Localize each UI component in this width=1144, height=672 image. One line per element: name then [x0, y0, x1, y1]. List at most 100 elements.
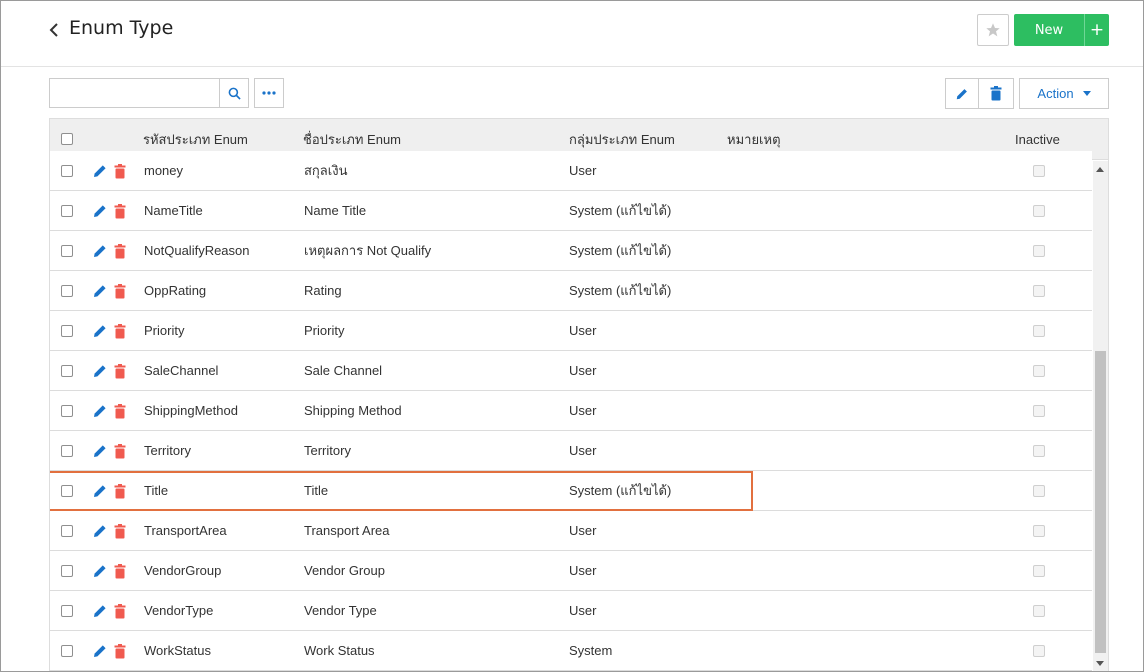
- table-row[interactable]: NotQualifyReason เหตุผลการ Not Qualify Sys…: [50, 231, 1092, 271]
- cell-group: System (แก้ไขได้): [569, 483, 672, 498]
- trash-icon[interactable]: [112, 203, 128, 219]
- pencil-icon[interactable]: [92, 563, 108, 579]
- row-checkbox[interactable]: [61, 405, 73, 417]
- table-row[interactable]: VendorGroup Vendor Group User: [50, 551, 1092, 591]
- table-row[interactable]: Priority Priority User: [50, 311, 1092, 351]
- cell-group: User: [569, 403, 597, 418]
- trash-icon[interactable]: [112, 523, 128, 539]
- cell-group: System (แก้ไขได้): [569, 203, 672, 218]
- row-checkbox[interactable]: [61, 565, 73, 577]
- app-window: Enum Type New + Action รหัสประเภท Enum ช…: [0, 0, 1144, 672]
- table-row[interactable]: ShippingMethod Shipping Method User: [50, 391, 1092, 431]
- table-row[interactable]: Title Title System (แก้ไขได้): [50, 471, 1092, 511]
- pencil-icon[interactable]: [92, 363, 108, 379]
- pencil-icon[interactable]: [92, 403, 108, 419]
- cell-group: User: [569, 363, 597, 378]
- favorite-button[interactable]: [977, 14, 1009, 46]
- trash-icon[interactable]: [112, 643, 128, 659]
- search-input[interactable]: [49, 78, 220, 108]
- cell-name: Sale Channel: [304, 363, 383, 378]
- table-row[interactable]: SaleChannel Sale Channel User: [50, 351, 1092, 391]
- table-row[interactable]: OppRating Rating System (แก้ไขได้): [50, 271, 1092, 311]
- row-checkbox[interactable]: [61, 485, 73, 497]
- trash-icon[interactable]: [112, 483, 128, 499]
- pencil-icon[interactable]: [92, 203, 108, 219]
- page-title: Enum Type: [69, 17, 174, 39]
- pencil-icon[interactable]: [92, 523, 108, 539]
- pencil-icon[interactable]: [92, 603, 108, 619]
- trash-icon[interactable]: [112, 443, 128, 459]
- pencil-icon[interactable]: [92, 443, 108, 459]
- cell-code: TransportArea: [144, 523, 227, 538]
- new-button[interactable]: New: [1014, 14, 1084, 46]
- search-button[interactable]: [219, 78, 249, 108]
- table-row[interactable]: VendorType Vendor Type User: [50, 591, 1092, 631]
- table-row[interactable]: NameTitle Name Title System (แก้ไขได้): [50, 191, 1092, 231]
- trash-icon[interactable]: [112, 243, 128, 259]
- cell-name: Rating: [304, 283, 342, 298]
- new-dropdown-button[interactable]: +: [1084, 14, 1109, 46]
- cell-code: NameTitle: [144, 203, 203, 218]
- cell-code: ShippingMethod: [144, 403, 238, 418]
- pencil-icon[interactable]: [92, 283, 108, 299]
- bulk-delete-button[interactable]: [979, 78, 1014, 109]
- inactive-checkbox: [1033, 445, 1045, 457]
- cell-code: SaleChannel: [144, 363, 219, 378]
- pencil-icon: [956, 88, 967, 99]
- pencil-icon[interactable]: [92, 483, 108, 499]
- inactive-checkbox: [1033, 325, 1045, 337]
- row-checkbox[interactable]: [61, 645, 73, 657]
- trash-icon[interactable]: [112, 283, 128, 299]
- table-row[interactable]: TransportArea Transport Area User: [50, 511, 1092, 551]
- action-dropdown[interactable]: Action: [1019, 78, 1109, 109]
- trash-icon[interactable]: [112, 323, 128, 339]
- cell-group: User: [569, 163, 597, 178]
- trash-icon[interactable]: [112, 563, 128, 579]
- pencil-icon[interactable]: [92, 323, 108, 339]
- scrollbar-thumb[interactable]: [1095, 351, 1106, 653]
- vertical-scrollbar[interactable]: [1093, 161, 1108, 671]
- row-checkbox[interactable]: [61, 605, 73, 617]
- cell-code: NotQualifyReason: [144, 243, 250, 258]
- row-checkbox[interactable]: [61, 445, 73, 457]
- inactive-checkbox: [1033, 525, 1045, 537]
- cell-name: Territory: [304, 443, 351, 458]
- pencil-icon[interactable]: [92, 243, 108, 259]
- trash-icon[interactable]: [112, 403, 128, 419]
- row-checkbox[interactable]: [61, 365, 73, 377]
- row-checkbox[interactable]: [61, 165, 73, 177]
- inactive-checkbox: [1033, 205, 1045, 217]
- trash-icon[interactable]: [112, 603, 128, 619]
- select-all-checkbox[interactable]: [61, 133, 73, 145]
- row-checkbox[interactable]: [61, 285, 73, 297]
- scroll-up-icon[interactable]: [1096, 167, 1104, 172]
- cell-name: Priority: [304, 323, 345, 338]
- row-checkbox[interactable]: [61, 325, 73, 337]
- trash-icon[interactable]: [112, 363, 128, 379]
- chevron-left-icon[interactable]: [47, 20, 61, 40]
- pencil-icon[interactable]: [92, 163, 108, 179]
- inactive-checkbox: [1033, 365, 1045, 377]
- row-checkbox[interactable]: [61, 525, 73, 537]
- table-row[interactable]: money สกุลเงิน User: [50, 151, 1092, 191]
- more-options-button[interactable]: [254, 78, 284, 108]
- cell-code: Territory: [144, 443, 191, 458]
- cell-name: Vendor Group: [304, 563, 385, 578]
- row-checkbox[interactable]: [61, 245, 73, 257]
- inactive-checkbox: [1033, 285, 1045, 297]
- trash-icon[interactable]: [112, 163, 128, 179]
- cell-group: System: [569, 643, 613, 658]
- cell-group: User: [569, 323, 597, 338]
- cell-group: System (แก้ไขได้): [569, 283, 672, 298]
- inactive-checkbox: [1033, 485, 1045, 497]
- scroll-down-icon[interactable]: [1096, 661, 1104, 666]
- table-row[interactable]: Territory Territory User: [50, 431, 1092, 471]
- cell-code: money: [144, 163, 184, 178]
- ellipsis-icon: [262, 91, 276, 95]
- cell-code: OppRating: [144, 283, 207, 298]
- row-checkbox[interactable]: [61, 205, 73, 217]
- bulk-edit-button[interactable]: [945, 78, 979, 109]
- table-row[interactable]: WorkStatus Work Status System: [50, 631, 1092, 671]
- pencil-icon[interactable]: [92, 643, 108, 659]
- star-icon: [986, 23, 1000, 37]
